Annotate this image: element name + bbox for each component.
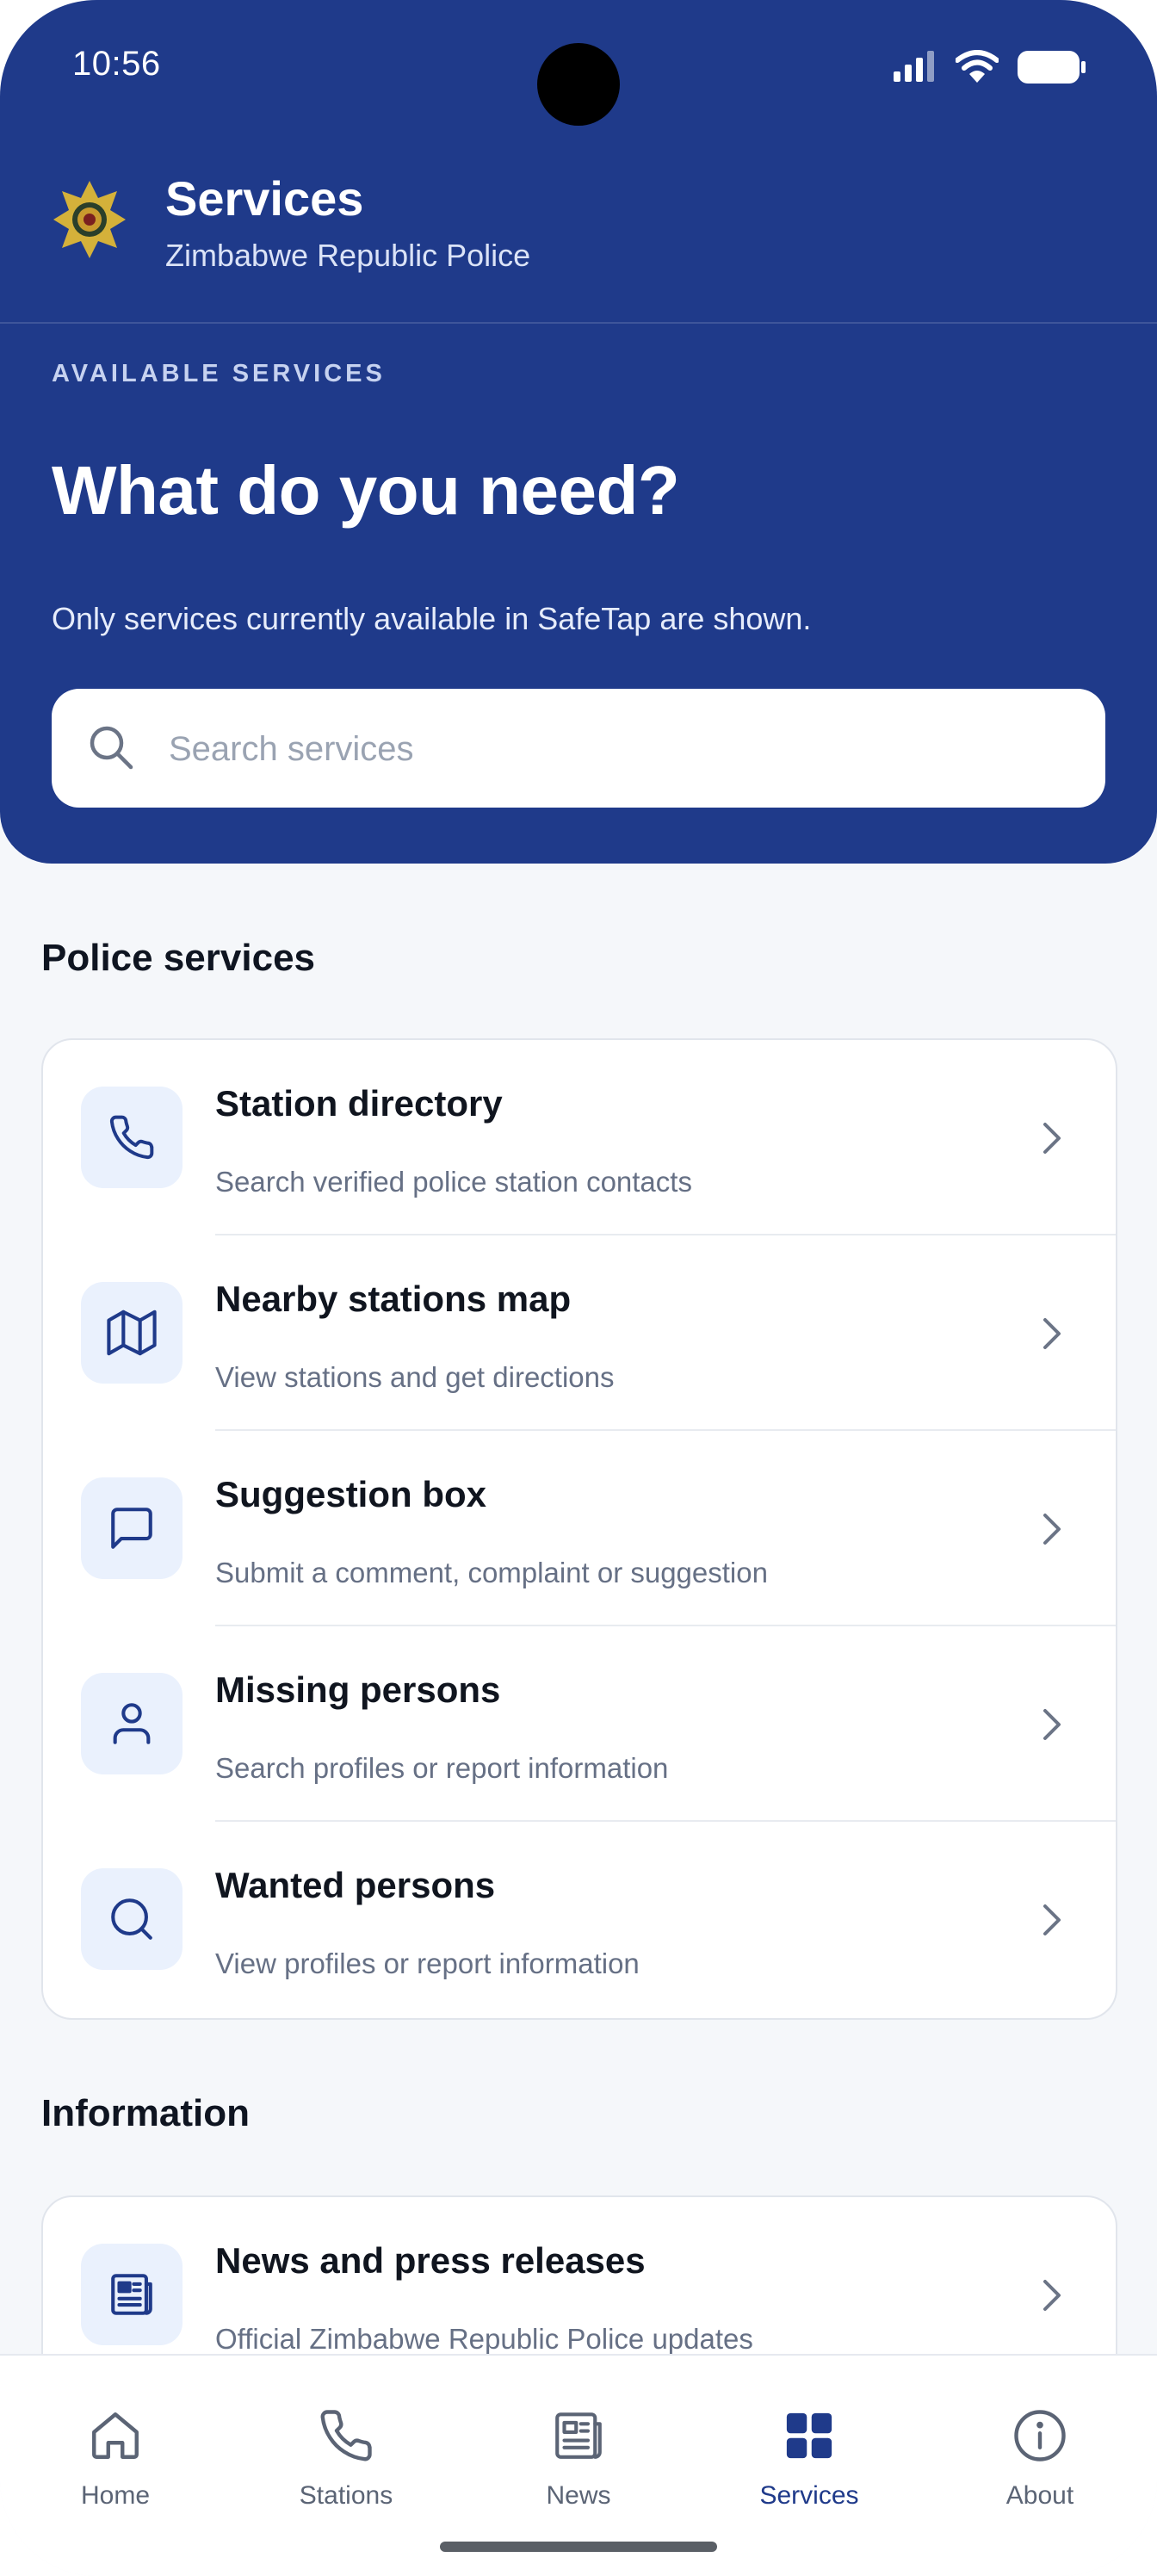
home-indicator[interactable] bbox=[440, 2542, 717, 2552]
grid-icon bbox=[786, 2412, 832, 2459]
chevron-right-icon bbox=[1043, 1709, 1061, 1740]
service-title: Nearby stations map bbox=[215, 1279, 572, 1319]
newspaper-icon bbox=[111, 2274, 152, 2315]
nav-item-services[interactable]: Services bbox=[723, 2407, 895, 2511]
service-title: News and press releases bbox=[215, 2240, 646, 2281]
nav-label: News bbox=[546, 2481, 611, 2510]
icon-tile bbox=[81, 1868, 183, 1970]
nav-label: Stations bbox=[299, 2481, 393, 2510]
service-title: Missing persons bbox=[215, 1669, 501, 1710]
nav-item-news[interactable]: News bbox=[492, 2407, 665, 2511]
service-row-station-directory[interactable]: Station directory Search verified police… bbox=[43, 1040, 1116, 1235]
service-row-suggestion-box[interactable]: Suggestion box Submit a comment, complai… bbox=[43, 1431, 1116, 1626]
chevron-right-icon bbox=[1043, 2280, 1061, 2311]
chevron-right-icon bbox=[1043, 1123, 1061, 1154]
newspaper-icon bbox=[555, 2412, 602, 2459]
icon-tile bbox=[81, 1477, 183, 1579]
search-icon bbox=[111, 1898, 152, 1940]
phone-icon bbox=[109, 1115, 154, 1160]
chevron-right-icon bbox=[1043, 1904, 1061, 1935]
nav-item-stations[interactable]: Stations bbox=[260, 2407, 432, 2511]
service-subtitle: View profiles or report information bbox=[215, 1947, 640, 1979]
header-hero: 10:56 Services Zimbabwe Republic Police … bbox=[0, 0, 1157, 864]
icon-tile bbox=[81, 1282, 183, 1384]
info-icon bbox=[1014, 2410, 1066, 2461]
status-icons bbox=[892, 50, 1086, 84]
nav-item-about[interactable]: About bbox=[954, 2407, 1126, 2511]
page-subtitle: Zimbabwe Republic Police bbox=[165, 238, 531, 273]
map-icon bbox=[107, 1310, 157, 1356]
home-icon bbox=[92, 2412, 139, 2459]
nav-label: Home bbox=[80, 2481, 151, 2510]
page-title: Services bbox=[165, 171, 364, 226]
section-title-information: Information bbox=[41, 2092, 250, 2134]
service-subtitle: Search verified police station contacts bbox=[215, 1166, 692, 1198]
battery-icon bbox=[1018, 51, 1086, 84]
chevron-right-icon bbox=[1043, 1514, 1061, 1545]
nav-label: Services bbox=[759, 2481, 859, 2510]
service-subtitle: View stations and get directions bbox=[215, 1361, 615, 1393]
service-row-nearby-stations-map[interactable]: Nearby stations map View stations and ge… bbox=[43, 1235, 1116, 1431]
service-row-wanted-persons[interactable]: Wanted persons View profiles or report i… bbox=[43, 1822, 1116, 2017]
search-input[interactable] bbox=[167, 689, 1066, 809]
search-icon bbox=[90, 726, 133, 770]
section-title-police-services: Police services bbox=[41, 937, 316, 979]
signal-icon bbox=[894, 51, 934, 82]
chat-bubble-icon bbox=[111, 1508, 152, 1549]
service-title: Suggestion box bbox=[215, 1474, 486, 1514]
icon-tile bbox=[81, 1673, 183, 1774]
chevron-right-icon bbox=[1043, 1318, 1061, 1349]
hero-description: Only services currently available in Saf… bbox=[52, 601, 812, 636]
status-time: 10:56 bbox=[72, 45, 161, 83]
wifi-icon bbox=[956, 50, 999, 83]
nav-item-home[interactable]: Home bbox=[29, 2407, 201, 2511]
phone-icon bbox=[320, 2410, 372, 2461]
nav-label: About bbox=[1005, 2481, 1074, 2510]
phone-screen: 10:56 Services Zimbabwe Republic Police … bbox=[0, 0, 1157, 2576]
police-services-card: Station directory Search verified police… bbox=[41, 1038, 1117, 2020]
service-subtitle: Search profiles or report information bbox=[215, 1752, 669, 1784]
service-title: Wanted persons bbox=[215, 1865, 496, 1905]
service-subtitle: Official Zimbabwe Republic Police update… bbox=[215, 2323, 753, 2355]
icon-tile bbox=[81, 2244, 183, 2345]
search-bar[interactable] bbox=[52, 689, 1105, 809]
person-icon bbox=[113, 1703, 151, 1744]
hero-eyebrow: AVAILABLE SERVICES bbox=[52, 360, 386, 387]
service-title: Station directory bbox=[215, 1083, 503, 1124]
police-badge-icon bbox=[53, 181, 126, 258]
front-camera bbox=[537, 43, 620, 126]
service-subtitle: Submit a comment, complaint or suggestio… bbox=[215, 1557, 768, 1588]
hero-title: What do you need? bbox=[52, 452, 680, 529]
icon-tile bbox=[81, 1087, 183, 1188]
service-row-missing-persons[interactable]: Missing persons Search profiles or repor… bbox=[43, 1626, 1116, 1822]
header-divider bbox=[0, 322, 1157, 324]
